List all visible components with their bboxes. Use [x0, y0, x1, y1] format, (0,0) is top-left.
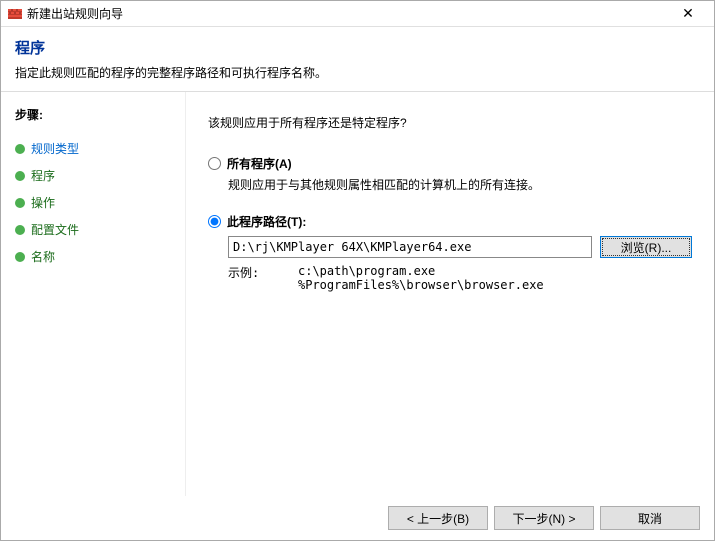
page-title: 程序: [15, 37, 700, 58]
bullet-icon: [15, 171, 25, 181]
step-label: 操作: [31, 194, 55, 211]
bullet-icon: [15, 225, 25, 235]
step-program[interactable]: 程序: [15, 162, 177, 189]
next-button[interactable]: 下一步(N) >: [494, 506, 594, 530]
program-path-input[interactable]: [228, 236, 592, 258]
step-profile[interactable]: 配置文件: [15, 216, 177, 243]
bullet-icon: [15, 144, 25, 154]
close-button[interactable]: ✕: [668, 1, 708, 27]
radio-all-desc: 规则应用于与其他规则属性相匹配的计算机上的所有连接。: [228, 176, 692, 193]
step-label: 程序: [31, 167, 55, 184]
radio-path-label: 此程序路径(T):: [227, 213, 306, 230]
browse-button[interactable]: 浏览(R)...: [600, 236, 692, 258]
path-row: 浏览(R)...: [228, 236, 692, 258]
step-action[interactable]: 操作: [15, 189, 177, 216]
radio-all-programs[interactable]: [208, 157, 221, 170]
step-label: 名称: [31, 248, 55, 265]
radio-all-label: 所有程序(A): [227, 155, 292, 172]
example-row: 示例: c:\path\program.exe %ProgramFiles%\b…: [228, 264, 692, 292]
step-label: 配置文件: [31, 221, 79, 238]
cancel-button[interactable]: 取消: [600, 506, 700, 530]
example-label: 示例:: [228, 264, 298, 292]
main-panel: 该规则应用于所有程序还是特定程序? 所有程序(A) 规则应用于与其他规则属性相匹…: [186, 92, 714, 496]
steps-heading: 步骤:: [15, 106, 177, 123]
bullet-icon: [15, 198, 25, 208]
radio-this-path[interactable]: [208, 215, 221, 228]
steps-sidebar: 步骤: 规则类型 程序 操作 配置文件 名称: [1, 92, 186, 496]
wizard-header: 程序 指定此规则匹配的程序的完整程序路径和可执行程序名称。: [1, 27, 714, 92]
step-rule-type[interactable]: 规则类型: [15, 135, 177, 162]
radio-this-path-row: 此程序路径(T):: [208, 213, 692, 230]
firewall-icon: [7, 6, 23, 22]
back-button[interactable]: < 上一步(B): [388, 506, 488, 530]
radio-all-programs-row: 所有程序(A): [208, 155, 692, 172]
wizard-window: 新建出站规则向导 ✕ 程序 指定此规则匹配的程序的完整程序路径和可执行程序名称。…: [0, 0, 715, 541]
page-subtitle: 指定此规则匹配的程序的完整程序路径和可执行程序名称。: [15, 64, 700, 81]
step-name[interactable]: 名称: [15, 243, 177, 270]
question-text: 该规则应用于所有程序还是特定程序?: [208, 114, 692, 131]
title-bar: 新建出站规则向导 ✕: [1, 1, 714, 27]
wizard-footer: < 上一步(B) 下一步(N) > 取消: [1, 496, 714, 540]
bullet-icon: [15, 252, 25, 262]
window-title: 新建出站规则向导: [27, 5, 668, 22]
example-lines: c:\path\program.exe %ProgramFiles%\brows…: [298, 264, 544, 292]
step-label: 规则类型: [31, 140, 79, 157]
wizard-body: 步骤: 规则类型 程序 操作 配置文件 名称 该规则应: [1, 92, 714, 496]
